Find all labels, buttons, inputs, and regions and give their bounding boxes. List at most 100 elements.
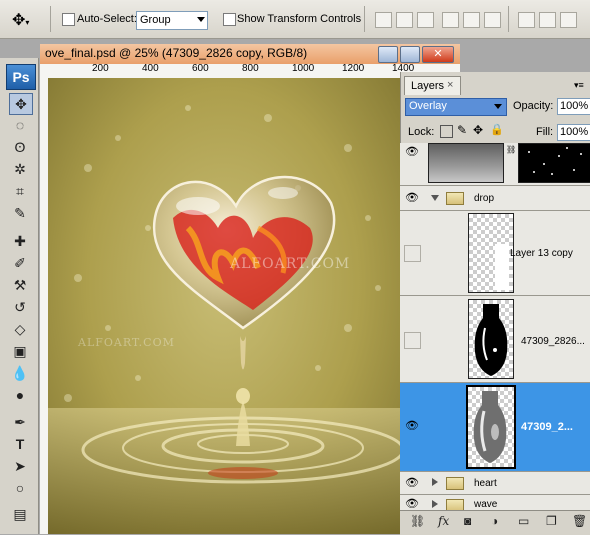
marquee-tool-icon[interactable]: ◌ bbox=[9, 115, 31, 135]
ruler-label: 600 bbox=[192, 63, 209, 74]
layer-name: drop bbox=[474, 193, 495, 204]
blend-mode-value: Overlay bbox=[409, 100, 447, 112]
distribute-center-icon[interactable] bbox=[539, 12, 556, 28]
eye-icon[interactable]: 👁 bbox=[405, 419, 419, 433]
ruler-label: 200 bbox=[92, 63, 109, 74]
minimize-button[interactable] bbox=[378, 46, 398, 63]
fill-field[interactable]: 100% bbox=[557, 124, 590, 141]
auto-select-checkbox[interactable] bbox=[62, 13, 75, 26]
close-button[interactable]: ✕ bbox=[422, 46, 454, 63]
layer-row[interactable]: Layer 13 copy bbox=[400, 211, 590, 296]
expand-arrow-icon[interactable] bbox=[432, 478, 438, 486]
lock-label: Lock: bbox=[408, 126, 435, 138]
adjustment-layer-icon[interactable]: ◑ bbox=[491, 514, 498, 528]
tab-layers[interactable]: Layers × bbox=[404, 76, 461, 95]
move-tool-preset-icon[interactable]: ✥▾ bbox=[12, 10, 29, 30]
clone-stamp-tool-icon[interactable]: ⚒ bbox=[9, 275, 31, 295]
fill-label: Fill: bbox=[536, 126, 554, 138]
visibility-toggle[interactable] bbox=[404, 332, 421, 349]
visibility-toggle[interactable] bbox=[404, 245, 421, 262]
auto-select-value: Group bbox=[140, 14, 171, 26]
history-brush-tool-icon[interactable]: ↺ bbox=[9, 297, 31, 317]
ruler-label: 1200 bbox=[342, 63, 365, 74]
add-mask-icon[interactable]: ◙ bbox=[464, 514, 471, 528]
lasso-tool-icon[interactable]: ʘ bbox=[9, 137, 31, 157]
layer-mask-thumbnail bbox=[518, 143, 590, 183]
layer-thumbnail bbox=[466, 385, 516, 469]
layer-name: Layer 13 copy bbox=[510, 248, 573, 259]
layer-group-row[interactable]: 👁 wave bbox=[400, 495, 590, 511]
ruler-label: 1000 bbox=[292, 63, 315, 74]
canvas-artwork bbox=[48, 105, 400, 534]
ellipse-tool-icon[interactable]: ○ bbox=[9, 478, 31, 498]
align-right-icon[interactable] bbox=[484, 12, 501, 28]
pen-tool-icon[interactable]: ✒ bbox=[9, 412, 31, 432]
folder-icon bbox=[446, 192, 464, 205]
layer-thumbnail bbox=[468, 299, 514, 379]
magic-wand-tool-icon[interactable]: ✲ bbox=[9, 159, 31, 179]
ruler-label: 800 bbox=[242, 63, 259, 74]
move-tool-icon[interactable]: ✥ bbox=[9, 93, 33, 115]
document-title: ove_final.psd @ 25% (47309_2826 copy, RG… bbox=[45, 46, 308, 60]
align-bottom-icon[interactable] bbox=[417, 12, 434, 28]
distribute-bottom-icon[interactable] bbox=[560, 12, 577, 28]
lock-paint-icon[interactable]: ✎ bbox=[457, 123, 467, 137]
layer-row[interactable]: 👁 ⛓ bbox=[400, 143, 590, 186]
folder-icon bbox=[446, 477, 464, 490]
layer-thumbnail bbox=[468, 213, 514, 293]
gradient-tool-icon[interactable]: ▣ bbox=[9, 341, 31, 361]
opacity-label: Opacity: bbox=[513, 100, 554, 112]
layer-name: 47309_2... bbox=[521, 421, 573, 433]
auto-select-dropdown[interactable]: Group bbox=[136, 11, 208, 30]
layer-row[interactable]: 47309_2826... bbox=[400, 296, 590, 383]
eye-icon[interactable]: 👁 bbox=[405, 191, 419, 205]
type-tool-icon[interactable]: T bbox=[9, 434, 31, 454]
crop-tool-icon[interactable]: ⌗ bbox=[9, 181, 31, 201]
expand-arrow-icon[interactable] bbox=[432, 500, 438, 508]
eye-icon[interactable]: 👁 bbox=[405, 497, 419, 510]
auto-select-label: Auto-Select: bbox=[77, 13, 137, 25]
path-selection-tool-icon[interactable]: ➤ bbox=[9, 456, 31, 476]
layer-row-selected[interactable]: 👁 47309_2... bbox=[400, 383, 590, 472]
eyedropper-tool-icon[interactable]: ✎ bbox=[9, 203, 31, 223]
layer-style-icon[interactable]: fx bbox=[438, 514, 449, 528]
link-layers-icon[interactable]: ⛓ bbox=[410, 514, 425, 528]
eye-icon[interactable]: 👁 bbox=[405, 145, 419, 159]
dodge-tool-icon[interactable]: ● bbox=[9, 385, 31, 405]
opacity-field[interactable]: 100% bbox=[557, 98, 590, 115]
lock-all-icon[interactable]: 🔒 bbox=[490, 123, 504, 136]
watermark: ALFOART.COM bbox=[230, 256, 351, 272]
align-vertical-center-icon[interactable] bbox=[396, 12, 413, 28]
delete-layer-icon[interactable]: 🗑 bbox=[572, 514, 587, 528]
options-bar: ✥▾ Auto-Select: Group Show Transform Con… bbox=[0, 0, 590, 39]
chevron-down-icon bbox=[197, 17, 205, 22]
notes-tool-icon[interactable]: ▤ bbox=[9, 504, 31, 524]
blend-mode-dropdown[interactable]: Overlay bbox=[405, 98, 507, 116]
new-layer-icon[interactable]: ❐ bbox=[546, 514, 557, 528]
healing-brush-tool-icon[interactable]: ✚ bbox=[9, 231, 31, 251]
lock-position-icon[interactable]: ✥ bbox=[473, 123, 483, 137]
layer-thumbnail bbox=[428, 143, 504, 183]
show-transform-checkbox[interactable] bbox=[223, 13, 236, 26]
expand-arrow-icon[interactable] bbox=[431, 195, 439, 201]
align-left-icon[interactable] bbox=[442, 12, 459, 28]
align-top-icon[interactable] bbox=[375, 12, 392, 28]
eraser-tool-icon[interactable]: ◇ bbox=[9, 319, 31, 339]
layer-name: wave bbox=[474, 499, 498, 510]
close-icon[interactable]: × bbox=[447, 79, 453, 91]
new-group-icon[interactable]: ▭ bbox=[518, 514, 529, 528]
document-canvas[interactable]: ALFOART.COM ALFOART.COM bbox=[48, 78, 400, 534]
photoshop-logo: Ps bbox=[6, 64, 36, 90]
eye-icon[interactable]: 👁 bbox=[405, 476, 419, 490]
lock-transparency-icon[interactable] bbox=[440, 125, 453, 138]
chevron-down-icon bbox=[494, 104, 502, 109]
layer-group-row[interactable]: 👁 heart bbox=[400, 472, 590, 495]
blur-tool-icon[interactable]: 💧 bbox=[9, 363, 31, 383]
distribute-top-icon[interactable] bbox=[518, 12, 535, 28]
layer-group-row[interactable]: 👁 drop bbox=[400, 186, 590, 211]
brush-tool-icon[interactable]: ✐ bbox=[9, 253, 31, 273]
align-horizontal-center-icon[interactable] bbox=[463, 12, 480, 28]
maximize-button[interactable] bbox=[400, 46, 420, 63]
panel-menu-icon[interactable]: ▾≡ bbox=[574, 80, 584, 91]
chain-icon[interactable]: ⛓ bbox=[506, 145, 516, 154]
